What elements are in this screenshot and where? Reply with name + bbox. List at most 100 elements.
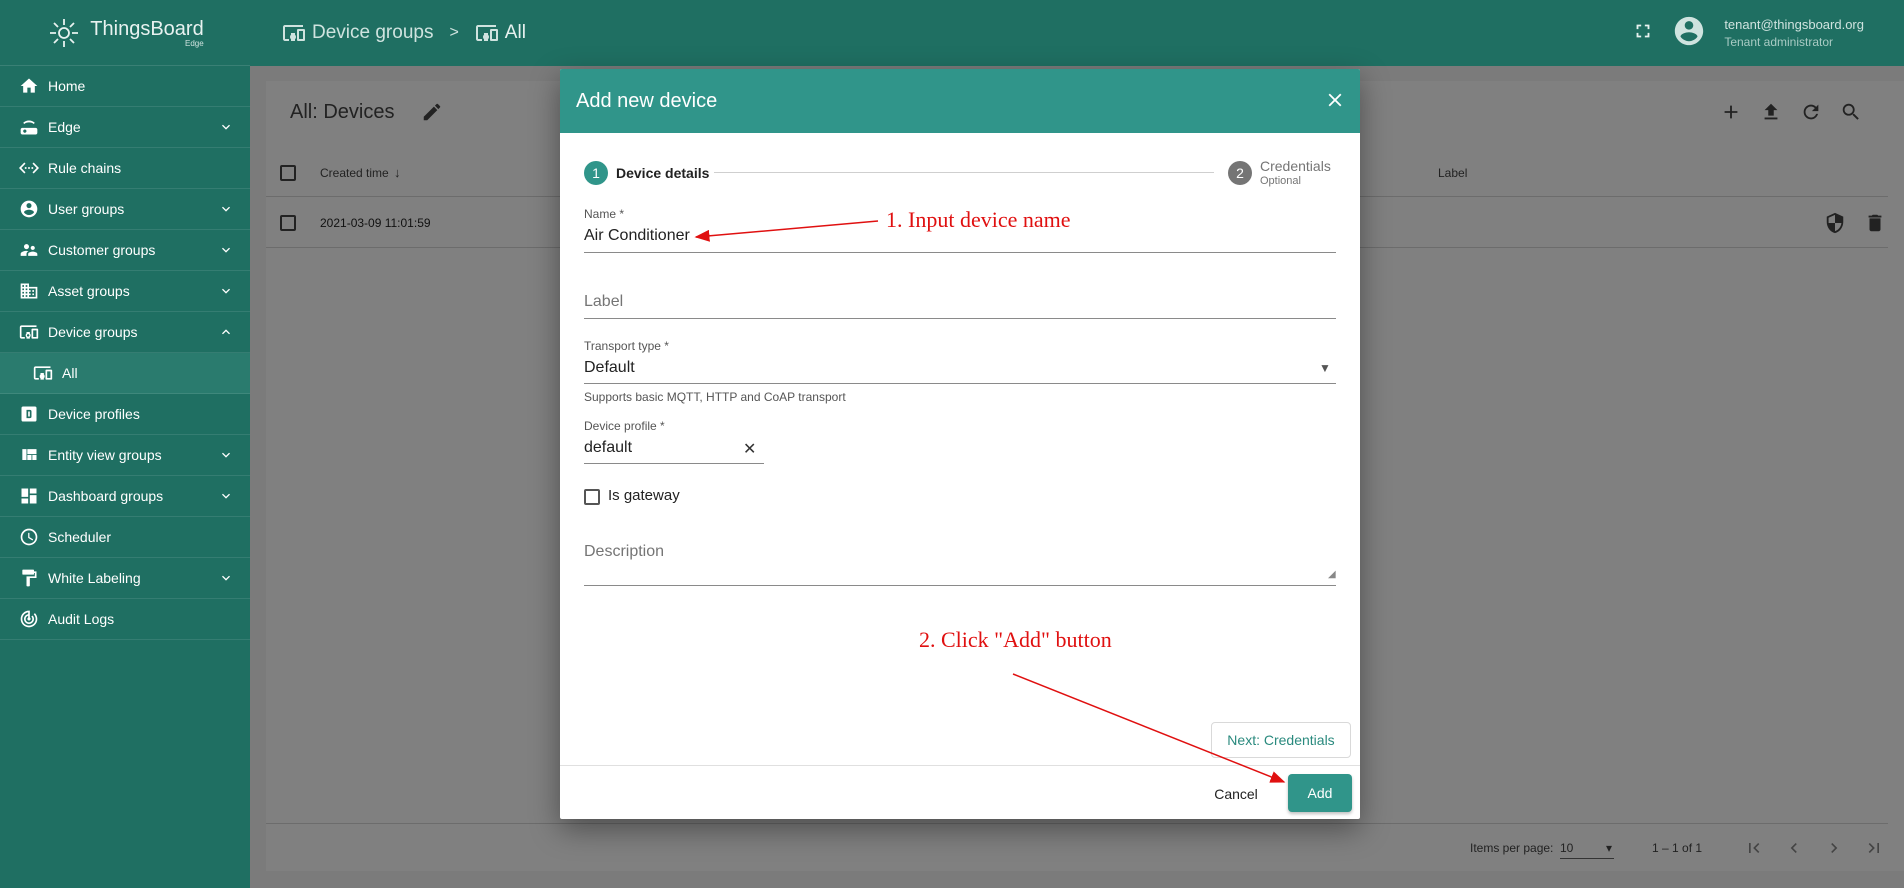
devices-other-icon: [32, 362, 54, 384]
devices-other-icon: [18, 321, 40, 343]
step-2-label[interactable]: Credentials: [1260, 158, 1331, 174]
step-1-number[interactable]: 1: [584, 161, 608, 185]
close-icon[interactable]: [1324, 89, 1346, 111]
sidebar-item-scheduler[interactable]: Scheduler: [0, 517, 250, 558]
step-1-label[interactable]: Device details: [616, 165, 709, 181]
sidebar-item-all[interactable]: All: [0, 353, 250, 394]
sidebar-item-label: Audit Logs: [48, 611, 115, 627]
chevron-down-icon: [218, 570, 234, 586]
device-profile-underline: [584, 463, 764, 464]
sidebar-item-label: Home: [48, 78, 86, 94]
transport-type-select[interactable]: Default: [584, 359, 635, 377]
dialog-header: Add new device: [560, 69, 1360, 133]
items-per-page-label: Items per page:: [1470, 841, 1554, 855]
top-bar: Device groups > All tenant@thingsboard.o…: [250, 0, 1904, 66]
chevron-down-icon: [218, 488, 234, 504]
column-created-time[interactable]: Created time: [320, 166, 389, 180]
step-2-number[interactable]: 2: [1228, 161, 1252, 185]
sidebar-item-customer-groups[interactable]: Customer groups: [0, 230, 250, 271]
sidebar-item-label: All: [62, 365, 78, 381]
sidebar-item-dashboard-groups[interactable]: Dashboard groups: [0, 476, 250, 517]
next-page-icon[interactable]: [1824, 838, 1844, 861]
chevron-down-icon: [218, 201, 234, 217]
app-name: ThingsBoard: [90, 17, 204, 40]
app-logo[interactable]: ThingsBoard Edge: [0, 0, 250, 66]
search-icon[interactable]: [1840, 101, 1862, 128]
first-page-icon[interactable]: [1744, 838, 1764, 861]
items-per-page-value: 10: [1560, 841, 1574, 855]
schedule-icon: [18, 526, 40, 548]
transport-type-label: Transport type *: [584, 339, 669, 353]
sidebar-item-label: Device groups: [48, 324, 138, 340]
sidebar-item-device-groups[interactable]: Device groups: [0, 312, 250, 353]
sidebar-item-asset-groups[interactable]: Asset groups: [0, 271, 250, 312]
label-field[interactable]: Label: [584, 293, 623, 311]
sidebar-item-user-groups[interactable]: User groups: [0, 189, 250, 230]
dropdown-arrow-icon: ▾: [1605, 841, 1612, 855]
upload-icon[interactable]: [1760, 101, 1782, 128]
chevron-down-icon: [218, 242, 234, 258]
page-range: 1 – 1 of 1: [1652, 841, 1703, 855]
sidebar-item-home[interactable]: Home: [0, 66, 250, 107]
track-changes-icon: [18, 608, 40, 630]
resize-handle-icon[interactable]: ◢: [1328, 569, 1336, 580]
stepper: 1 Device details 2 Credentials Optional: [584, 158, 1336, 193]
delete-icon[interactable]: [1864, 212, 1886, 237]
description-field[interactable]: Description: [584, 543, 664, 561]
items-per-page-select[interactable]: 10 ▾: [1560, 841, 1614, 859]
table-footer: Items per page: 10 ▾ 1 – 1 of 1: [266, 823, 1888, 871]
breadcrumb-separator: >: [449, 24, 459, 41]
settings-ethernet-icon: [18, 157, 40, 179]
stepper-divider: [714, 172, 1214, 173]
name-field[interactable]: Air Conditioner: [584, 227, 690, 245]
sidebar-item-edge[interactable]: Edge: [0, 107, 250, 148]
clear-icon[interactable]: ✕: [743, 439, 756, 459]
dropdown-arrow-icon[interactable]: ▼: [1319, 361, 1331, 375]
sidebar-item-label: Rule chains: [48, 160, 122, 176]
cancel-button[interactable]: Cancel: [1200, 775, 1272, 813]
sidebar-item-white-labeling[interactable]: White Labeling: [0, 558, 250, 599]
label-field-underline: [584, 318, 1336, 319]
sidebar-item-audit-logs[interactable]: Audit Logs: [0, 599, 250, 640]
chevron-down-icon: [218, 119, 234, 135]
dialog-footer-divider: [560, 765, 1360, 766]
security-icon[interactable]: [1824, 212, 1846, 237]
add-button[interactable]: Add: [1288, 774, 1352, 812]
user-info[interactable]: tenant@thingsboard.org Tenant administra…: [1724, 17, 1864, 49]
dialog-title: Add new device: [576, 89, 718, 112]
sidebar-item-rule-chains[interactable]: Rule chains: [0, 148, 250, 189]
supervisor-account-icon: [18, 239, 40, 261]
sidebar-item-entity-view-groups[interactable]: Entity view groups: [0, 435, 250, 476]
device-profile-label: Device profile *: [584, 419, 665, 433]
add-icon[interactable]: [1720, 101, 1742, 128]
row-created-time: 2021-03-09 11:01:59: [320, 216, 431, 230]
device-profile-input[interactable]: default: [584, 439, 632, 457]
chevron-down-icon: [218, 283, 234, 299]
sidebar-item-label: Entity view groups: [48, 447, 162, 463]
next-credentials-button[interactable]: Next: Credentials: [1211, 722, 1351, 758]
breadcrumb: Device groups > All: [282, 21, 526, 45]
sidebar-item-label: User groups: [48, 201, 125, 217]
fullscreen-icon[interactable]: [1632, 20, 1654, 47]
devices-other-icon: [283, 25, 305, 41]
column-label[interactable]: Label: [1438, 166, 1467, 180]
view-quilt-icon: [18, 444, 40, 466]
breadcrumb-device-groups[interactable]: Device groups: [312, 22, 433, 44]
sidebar-item-label: Edge: [48, 119, 81, 135]
breadcrumb-all: All: [504, 22, 526, 43]
edit-icon[interactable]: [421, 101, 445, 125]
is-gateway-label[interactable]: Is gateway: [608, 487, 680, 504]
home-icon: [18, 75, 40, 97]
devices-other-icon: [475, 25, 498, 41]
sidebar-item-device-profiles[interactable]: Device profiles: [0, 394, 250, 435]
last-page-icon[interactable]: [1864, 838, 1884, 861]
account-circle-icon[interactable]: [1672, 14, 1706, 53]
refresh-icon[interactable]: [1800, 101, 1822, 128]
sidebar: ThingsBoard Edge Home Edge Rule chains U…: [0, 0, 250, 888]
row-checkbox[interactable]: [280, 215, 296, 231]
arrow-down-icon[interactable]: ↓: [394, 165, 401, 180]
is-gateway-checkbox[interactable]: [584, 489, 600, 505]
sidebar-item-label: Scheduler: [48, 529, 112, 545]
select-all-checkbox[interactable]: [280, 165, 296, 181]
previous-page-icon[interactable]: [1784, 838, 1804, 861]
